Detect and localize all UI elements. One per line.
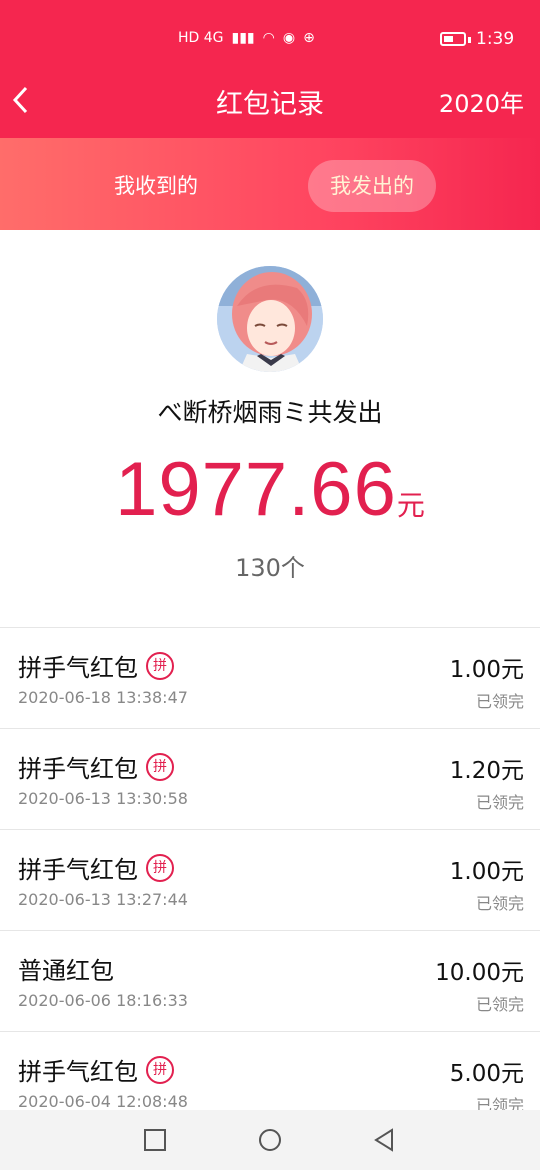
avatar (217, 266, 323, 372)
signal-icon: ▮▮▮ (231, 30, 255, 46)
battery-icon (440, 32, 466, 46)
record-time: 2020-06-06 18:16:33 (18, 991, 188, 1010)
record-status: 已领完 (475, 692, 524, 711)
record-amount: 5.00元 (449, 1061, 524, 1087)
network-indicator: HD 4G (178, 30, 224, 46)
status-icons: HD 4G ▮▮▮ ◠ ◉ ⊕ (178, 30, 315, 46)
total-amount-unit: 元 (396, 489, 425, 522)
total-count: 130个 (235, 554, 305, 582)
record-title: 拼手气红包 (18, 654, 138, 682)
record-amount: 1.00元 (449, 859, 524, 885)
tab-bar: 我收到的 我发出的 (0, 138, 540, 230)
list-item[interactable]: 拼手气红包 拼 2020-06-13 13:30:58 1.20元 已领完 (0, 728, 540, 829)
home-nav-icon (259, 1129, 281, 1151)
record-time: 2020-06-13 13:27:44 (18, 890, 188, 909)
globe-icon: ◉ (282, 30, 296, 46)
system-back-button[interactable] (372, 1128, 396, 1152)
record-title: 拼手气红包 (18, 1058, 138, 1086)
record-title: 拼手气红包 (18, 755, 138, 783)
record-status: 已领完 (475, 995, 524, 1014)
record-time: 2020-06-18 13:38:47 (18, 688, 188, 707)
recents-button[interactable] (143, 1128, 167, 1152)
clock: 1:39 (476, 29, 515, 49)
tab-sent[interactable]: 我发出的 (308, 160, 436, 212)
avatar-image (217, 266, 323, 372)
record-status: 已领完 (475, 793, 524, 812)
square-nav-icon (144, 1129, 166, 1151)
record-title: 拼手气红包 (18, 856, 138, 884)
tab-received[interactable]: 我收到的 (92, 160, 220, 212)
record-amount: 1.00元 (449, 657, 524, 683)
title-bar: 红包记录 2020年 (0, 60, 540, 138)
wifi-icon: ◠ (262, 30, 275, 46)
record-title: 普通红包 (18, 957, 114, 985)
total-amount: 1977.66元 (0, 446, 540, 533)
browser-icon: ⊕ (303, 30, 315, 46)
record-time: 2020-06-04 12:08:48 (18, 1092, 188, 1111)
pin-badge-icon: 拼 (146, 853, 174, 882)
list-item[interactable]: 普通红包 2020-06-06 18:16:33 10.00元 已领完 (0, 930, 540, 1031)
pin-badge-icon: 拼 (146, 651, 174, 680)
record-amount: 1.20元 (449, 758, 524, 784)
record-list: 拼手气红包 拼 2020-06-18 13:38:47 1.00元 已领完 拼手… (0, 627, 540, 1132)
back-nav-icon (374, 1128, 393, 1152)
record-status: 已领完 (475, 894, 524, 913)
record-amount: 10.00元 (435, 960, 524, 986)
summary-title: べ断桥烟雨ミ共发出 (157, 398, 383, 427)
list-item[interactable]: 拼手气红包 拼 2020-06-18 13:38:47 1.00元 已领完 (0, 627, 540, 728)
total-amount-value: 1977.66 (115, 447, 397, 532)
year-selector[interactable]: 2020年 (439, 84, 524, 119)
record-time: 2020-06-13 13:30:58 (18, 789, 188, 808)
list-item[interactable]: 拼手气红包 拼 2020-06-13 13:27:44 1.00元 已领完 (0, 829, 540, 930)
home-button[interactable] (258, 1128, 282, 1152)
pin-badge-icon: 拼 (146, 752, 174, 781)
pin-badge-icon: 拼 (146, 1055, 174, 1084)
system-nav-bar (0, 1110, 540, 1170)
